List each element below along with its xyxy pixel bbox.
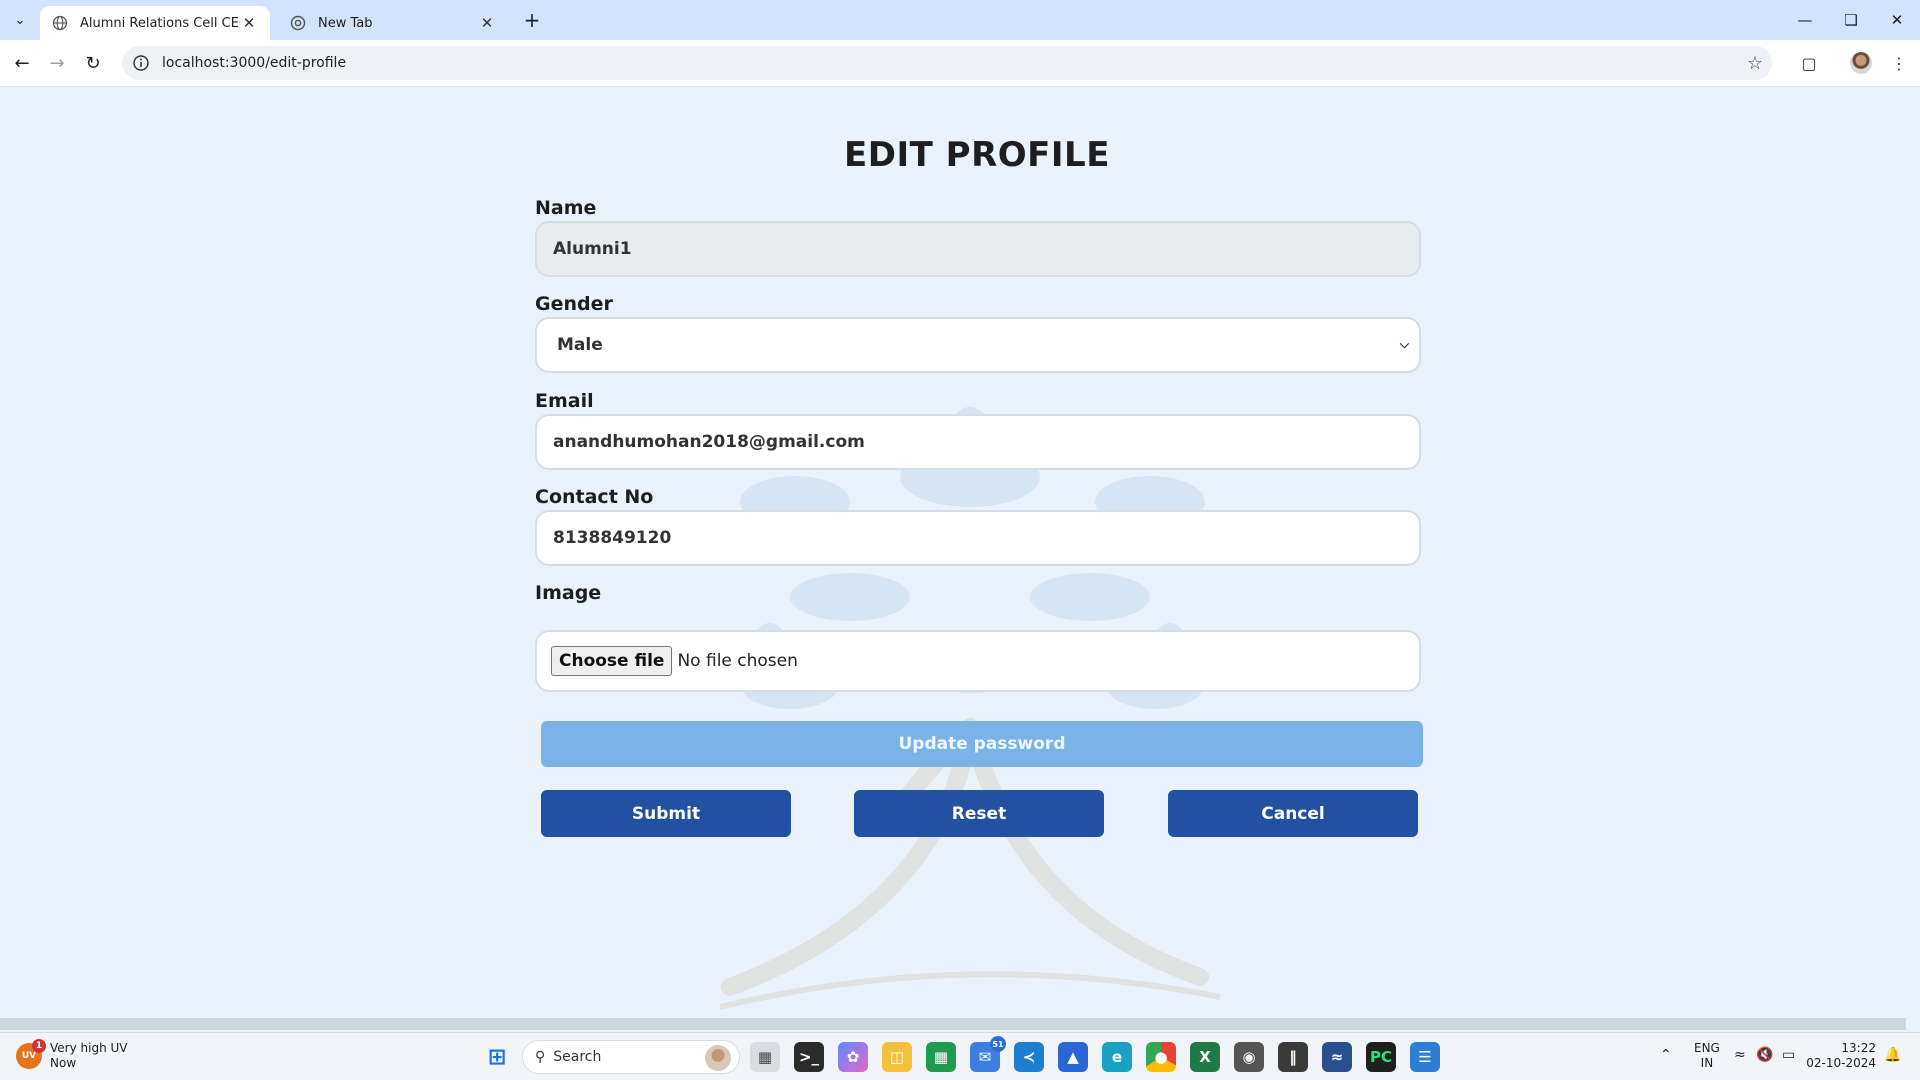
contact-label: Contact No [535, 486, 654, 508]
uv-sun-icon: UV 1 [16, 1039, 46, 1069]
search-icon: ⚲ [535, 1049, 546, 1065]
show-hidden-icons-chevron-up-icon[interactable]: ⌃ [1660, 1047, 1672, 1063]
mail-icon[interactable]: ✉ 51 [970, 1036, 1006, 1072]
gender-select[interactable]: Male ⌵ [535, 317, 1421, 373]
image-label: Image [535, 582, 602, 604]
restore-icon[interactable]: ❏ [1828, 0, 1874, 40]
name-label: Name [535, 197, 597, 219]
avatar [1850, 52, 1872, 74]
search-highlight-avatar [705, 1045, 731, 1071]
language-indicator[interactable]: ENG IN [1694, 1041, 1720, 1071]
language-line1: ENG [1694, 1041, 1720, 1055]
browser-toolbar: ← → ↻ localhost:3000/edit-profile ☆ ▢ ⋮ [0, 40, 1920, 87]
close-window-icon[interactable]: ✕ [1874, 0, 1920, 40]
reload-icon[interactable]: ↻ [78, 48, 108, 78]
notification-bell-icon[interactable]: 🔔 [1884, 1047, 1901, 1063]
language-line2: IN [1700, 1056, 1714, 1070]
clock[interactable]: 13:22 02-10-2024 [1806, 1041, 1876, 1071]
notepad-icon[interactable]: ☰ [1410, 1042, 1440, 1072]
tab-title: Alumni Relations Cell CEC [80, 15, 240, 31]
contact-field[interactable]: 8138849120 [535, 510, 1421, 566]
new-tab-plus-icon[interactable]: + [518, 6, 546, 34]
terminal-icon[interactable]: >_ [794, 1042, 824, 1072]
image-file-input[interactable]: Choose file No file chosen [535, 630, 1421, 692]
taskbar-search-box[interactable]: ⚲ Search [522, 1040, 740, 1074]
email-label: Email [535, 390, 594, 412]
speaker-muted-icon[interactable]: 🔇 [1756, 1047, 1773, 1063]
notification-badge: 1 [32, 1039, 46, 1053]
reset-button[interactable]: Reset [854, 790, 1104, 837]
minimize-icon[interactable]: — [1782, 0, 1828, 40]
close-tab-icon[interactable]: ✕ [240, 14, 258, 32]
battery-icon[interactable]: ▭ [1782, 1047, 1795, 1063]
weather-widget[interactable]: UV 1 Very high UV Now [16, 1039, 128, 1071]
tab-search-dropdown-icon[interactable]: ⌄ [6, 6, 34, 34]
clock-time: 13:22 [1841, 1041, 1876, 1055]
uv-icon-text: UV [21, 1051, 37, 1061]
camera-app-icon[interactable]: ◉ [1234, 1042, 1264, 1072]
search-placeholder: Search [553, 1049, 602, 1065]
file-status-text: No file chosen [677, 651, 798, 671]
google-sheets-like-icon[interactable]: ▦ [926, 1042, 956, 1072]
store-icon[interactable]: ▲ [1058, 1042, 1088, 1072]
pycharm-icon[interactable]: PC [1366, 1042, 1396, 1072]
wifi-icon[interactable]: ≈ [1734, 1047, 1746, 1063]
contact-value: 8138849120 [553, 528, 672, 548]
clock-date: 02-10-2024 [1806, 1056, 1876, 1070]
app-icon[interactable]: ‖ [1278, 1042, 1308, 1072]
bookmark-star-icon[interactable]: ☆ [1738, 53, 1772, 74]
cancel-button[interactable]: Cancel [1168, 790, 1418, 837]
excel-icon[interactable]: X [1190, 1042, 1220, 1072]
task-view-icon[interactable]: ▦ [750, 1042, 780, 1072]
mysql-workbench-icon[interactable]: ≈ [1322, 1042, 1352, 1072]
chrome-icon [290, 15, 306, 31]
url-text[interactable]: localhost:3000/edit-profile [162, 55, 1738, 71]
tab-title: New Tab [318, 15, 373, 31]
email-field[interactable]: anandhumohan2018@gmail.com [535, 414, 1421, 470]
address-bar[interactable]: localhost:3000/edit-profile ☆ [122, 46, 1772, 80]
edge-icon[interactable]: e [1102, 1042, 1132, 1072]
horizontal-scrollbar[interactable] [0, 1018, 1906, 1030]
update-password-button[interactable]: Update password [541, 721, 1423, 767]
close-tab-icon[interactable]: ✕ [478, 14, 496, 32]
windows-taskbar: UV 1 Very high UV Now ⊞ ⚲ Search ▦ >_ ✿ … [0, 1032, 1920, 1080]
windows-start-icon[interactable]: ⊞ [482, 1042, 512, 1072]
gender-value: Male [557, 335, 603, 355]
vscode-icon[interactable]: ≺ [1014, 1042, 1044, 1072]
gender-label: Gender [535, 293, 613, 315]
mail-badge: 51 [990, 1036, 1006, 1052]
profile-avatar[interactable] [1846, 48, 1876, 78]
edit-profile-page: EDIT PROFILE Name Alumni1 Gender Male ⌵ … [0, 87, 1920, 1018]
name-value: Alumni1 [553, 239, 632, 259]
weather-title: Very high UV [50, 1041, 128, 1055]
email-value: anandhumohan2018@gmail.com [553, 432, 865, 452]
tab-alumni-relations[interactable]: Alumni Relations Cell CEC ✕ [40, 6, 270, 40]
page-title: EDIT PROFILE [844, 135, 1110, 175]
site-info-icon[interactable] [132, 54, 150, 72]
extensions-icon[interactable]: ▢ [1794, 48, 1824, 78]
tab-new-tab[interactable]: New Tab ✕ [278, 6, 508, 40]
chevron-down-icon: ⌵ [1399, 337, 1409, 351]
browser-tab-bar: ⌄ Alumni Relations Cell CEC ✕ New Tab ✕ … [0, 0, 1920, 40]
back-icon[interactable]: ← [7, 48, 37, 78]
copilot-icon[interactable]: ✿ [838, 1042, 868, 1072]
chrome-taskbar-icon[interactable]: ● [1146, 1042, 1176, 1072]
menu-kebab-icon[interactable]: ⋮ [1884, 48, 1914, 78]
submit-button[interactable]: Submit [541, 790, 791, 837]
globe-icon [52, 15, 68, 31]
weather-subtitle: Now [50, 1056, 77, 1070]
choose-file-button[interactable]: Choose file [551, 646, 673, 676]
file-explorer-icon[interactable]: ◫ [882, 1042, 912, 1072]
forward-icon[interactable]: → [42, 48, 72, 78]
name-field: Alumni1 [535, 221, 1421, 277]
